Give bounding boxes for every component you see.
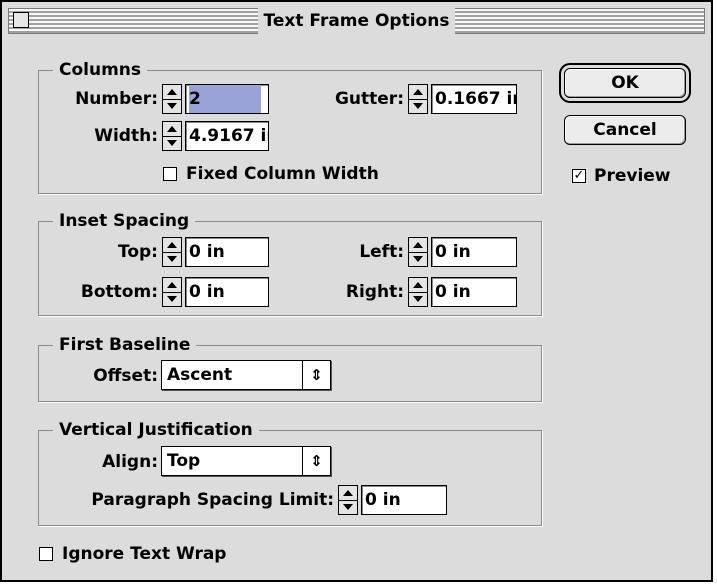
fixed-column-width-checkbox[interactable] bbox=[163, 167, 177, 181]
offset-select[interactable]: Ascent ⇕ bbox=[161, 360, 331, 390]
left-stepper[interactable] bbox=[408, 237, 428, 267]
stepper-down-arrow-icon[interactable] bbox=[167, 103, 177, 109]
paragraph-spacing-stepper[interactable] bbox=[338, 485, 358, 515]
width-stepper[interactable] bbox=[162, 121, 182, 151]
stepper-up-arrow-icon[interactable] bbox=[413, 89, 423, 95]
right-field[interactable]: 0 in bbox=[431, 277, 517, 307]
gutter-stepper[interactable] bbox=[408, 84, 428, 114]
stepper-down-arrow-icon[interactable] bbox=[167, 256, 177, 262]
first-baseline-group-title: First Baseline bbox=[53, 334, 197, 356]
width-label: Width: bbox=[94, 126, 158, 146]
updown-arrows-icon: ⇕ bbox=[302, 361, 330, 389]
stepper-down-arrow-icon[interactable] bbox=[343, 504, 353, 510]
bottom-stepper[interactable] bbox=[162, 277, 182, 307]
text-frame-options-dialog: Text Frame Options Columns Number: 2 Gut… bbox=[0, 0, 713, 582]
title-bar[interactable]: Text Frame Options bbox=[8, 8, 705, 34]
dialog-title: Text Frame Options bbox=[257, 8, 456, 34]
top-stepper[interactable] bbox=[162, 237, 182, 267]
number-field[interactable]: 2 bbox=[185, 84, 269, 114]
ok-button[interactable]: OK bbox=[559, 63, 691, 103]
left-label: Left: bbox=[359, 242, 404, 262]
updown-arrows-icon: ⇕ bbox=[302, 447, 330, 475]
top-field[interactable]: 0 in bbox=[185, 237, 269, 267]
offset-label: Offset: bbox=[93, 366, 158, 386]
width-field[interactable]: 4.9167 in bbox=[185, 121, 269, 151]
ignore-text-wrap-checkbox[interactable] bbox=[39, 547, 53, 561]
stepper-up-arrow-icon[interactable] bbox=[343, 490, 353, 496]
bottom-label: Bottom: bbox=[80, 282, 158, 302]
align-label: Align: bbox=[102, 452, 158, 472]
gutter-label: Gutter: bbox=[334, 89, 404, 109]
right-stepper[interactable] bbox=[408, 277, 428, 307]
preview-checkbox[interactable]: ✓ bbox=[572, 169, 586, 183]
stepper-up-arrow-icon[interactable] bbox=[167, 126, 177, 132]
stepper-up-arrow-icon[interactable] bbox=[167, 242, 177, 248]
stepper-down-arrow-icon[interactable] bbox=[167, 140, 177, 146]
vertical-justification-group-title: Vertical Justification bbox=[53, 419, 259, 441]
close-box[interactable] bbox=[13, 12, 29, 28]
gutter-field[interactable]: 0.1667 in bbox=[431, 84, 517, 114]
stepper-down-arrow-icon[interactable] bbox=[413, 256, 423, 262]
bottom-field[interactable]: 0 in bbox=[185, 277, 269, 307]
ignore-text-wrap-label: Ignore Text Wrap bbox=[62, 544, 227, 564]
stepper-down-arrow-icon[interactable] bbox=[167, 296, 177, 302]
stepper-up-arrow-icon[interactable] bbox=[413, 282, 423, 288]
cancel-button[interactable]: Cancel bbox=[564, 115, 686, 145]
fixed-column-width-label: Fixed Column Width bbox=[186, 164, 379, 184]
paragraph-spacing-limit-label: Paragraph Spacing Limit: bbox=[91, 490, 334, 510]
stepper-down-arrow-icon[interactable] bbox=[413, 103, 423, 109]
number-stepper[interactable] bbox=[162, 84, 182, 114]
align-select[interactable]: Top ⇕ bbox=[161, 446, 331, 476]
paragraph-spacing-field[interactable]: 0 in bbox=[361, 485, 447, 515]
right-label: Right: bbox=[345, 282, 404, 302]
inset-spacing-group-title: Inset Spacing bbox=[53, 210, 196, 232]
vertical-justification-group: Vertical Justification bbox=[38, 419, 542, 526]
preview-label: Preview bbox=[594, 166, 671, 186]
stepper-up-arrow-icon[interactable] bbox=[167, 89, 177, 95]
stepper-down-arrow-icon[interactable] bbox=[413, 296, 423, 302]
top-label: Top: bbox=[118, 242, 158, 262]
stepper-up-arrow-icon[interactable] bbox=[167, 282, 177, 288]
left-field[interactable]: 0 in bbox=[431, 237, 517, 267]
columns-group-title: Columns bbox=[53, 59, 148, 81]
checkmark-icon: ✓ bbox=[573, 168, 585, 183]
number-label: Number: bbox=[75, 89, 158, 109]
stepper-up-arrow-icon[interactable] bbox=[413, 242, 423, 248]
